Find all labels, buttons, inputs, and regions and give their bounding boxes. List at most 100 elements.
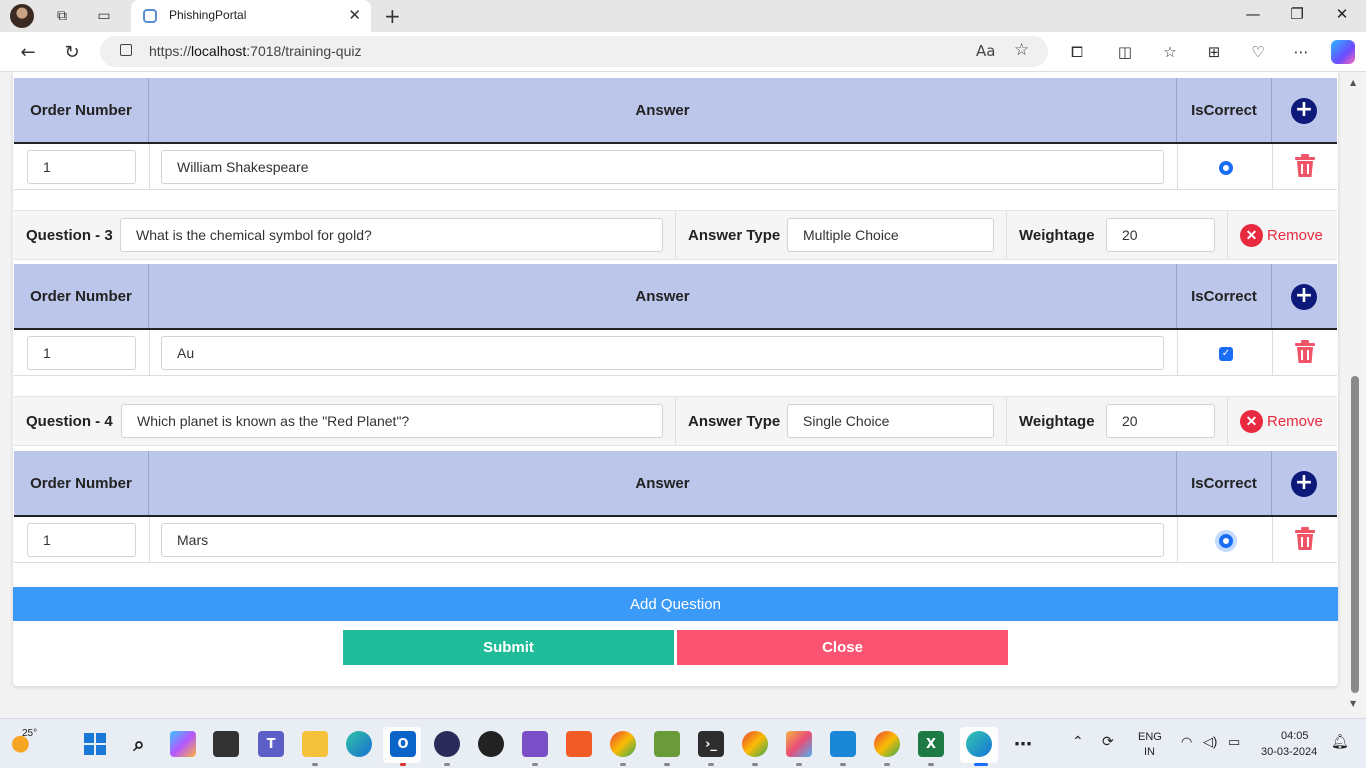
obs-icon[interactable]: [478, 731, 504, 757]
back-icon[interactable]: ←: [16, 40, 40, 64]
language-top[interactable]: ENG: [1138, 731, 1162, 743]
answer-type-label: Answer Type: [688, 412, 781, 430]
add-question-button[interactable]: Add Question: [13, 587, 1338, 621]
clock-date[interactable]: 30-03-2024: [1261, 746, 1317, 758]
chevron-up-icon[interactable]: ⌃: [1072, 733, 1084, 750]
workspaces-icon[interactable]: ⧉: [52, 6, 72, 26]
scroll-down-icon[interactable]: ▼: [1350, 699, 1356, 708]
outlook-icon[interactable]: O: [390, 731, 416, 757]
teams-icon[interactable]: T: [258, 731, 284, 757]
read-aloud-icon[interactable]: Aa: [976, 42, 995, 60]
sync-icon[interactable]: ⟳: [1102, 733, 1114, 750]
add-answer-icon[interactable]: +: [1291, 284, 1317, 310]
order-number-input[interactable]: [27, 150, 136, 184]
submit-button[interactable]: Submit: [343, 630, 674, 665]
more-menu-icon[interactable]: ⋯: [1290, 41, 1312, 63]
is-correct-radio[interactable]: [1219, 534, 1233, 548]
new-tab-icon[interactable]: +: [384, 4, 401, 28]
paint-icon[interactable]: [786, 731, 812, 757]
question-text-input[interactable]: [121, 404, 663, 438]
answer-row: [14, 144, 1337, 190]
language-bottom[interactable]: IN: [1144, 746, 1155, 758]
answer-input[interactable]: [161, 523, 1164, 557]
chrome-icon[interactable]: [742, 731, 768, 757]
copilot-taskbar-icon[interactable]: [170, 731, 196, 757]
notepad-plus-icon[interactable]: [654, 731, 680, 757]
chrome-second-icon[interactable]: [874, 731, 900, 757]
split-screen-icon[interactable]: ◫: [1114, 41, 1136, 63]
task-view-icon[interactable]: [213, 731, 239, 757]
collections-icon[interactable]: ⊞: [1203, 41, 1225, 63]
refresh-icon[interactable]: ↻: [60, 40, 84, 64]
extensions-icon[interactable]: ⧠: [1066, 41, 1088, 63]
header-answer: Answer: [149, 451, 1177, 515]
close-window-icon[interactable]: ✕: [1327, 5, 1357, 23]
weightage-label: Weightage: [1019, 226, 1095, 244]
excel-icon[interactable]: X: [918, 731, 944, 757]
weightage-input[interactable]: [1106, 404, 1215, 438]
close-button[interactable]: Close: [677, 630, 1008, 665]
wifi-icon[interactable]: ◠: [1181, 734, 1192, 750]
order-number-input[interactable]: [27, 523, 136, 557]
order-number-input[interactable]: [27, 336, 136, 370]
remove-question-button[interactable]: ✕ Remove: [1240, 224, 1323, 247]
scroll-up-icon[interactable]: ▲: [1350, 78, 1356, 87]
add-answer-icon[interactable]: +: [1291, 98, 1317, 124]
remove-question-button[interactable]: ✕ Remove: [1240, 410, 1323, 433]
battery-icon[interactable]: ▭: [1228, 734, 1240, 750]
visual-studio-icon[interactable]: [522, 731, 548, 757]
copilot-icon[interactable]: [1331, 40, 1355, 64]
eclipse-icon[interactable]: [434, 731, 460, 757]
tab-actions-icon[interactable]: ▭: [94, 6, 114, 26]
volume-icon[interactable]: ◁): [1203, 734, 1217, 750]
browser-tab-bar: ⧉ ▭ PhishingPortal ✕ + — ❐ ✕: [0, 0, 1366, 32]
restore-icon[interactable]: ❐: [1282, 5, 1312, 23]
question-label: Question - 3: [26, 226, 113, 244]
delete-answer-icon[interactable]: [1294, 340, 1316, 364]
close-tab-icon[interactable]: ✕: [348, 6, 361, 24]
search-icon[interactable]: ⌕: [126, 731, 152, 757]
answer-table-header: Order Number Answer IsCorrect +: [14, 451, 1337, 517]
edge-icon[interactable]: [966, 731, 992, 757]
lock-icon[interactable]: [120, 44, 132, 56]
is-correct-checkbox[interactable]: ✓: [1219, 347, 1233, 361]
clock-time[interactable]: 04:05: [1281, 730, 1309, 742]
tab-phishingportal[interactable]: PhishingPortal ✕: [131, 0, 371, 32]
edge-dev-icon[interactable]: [346, 731, 372, 757]
brave-icon[interactable]: [566, 731, 592, 757]
add-answer-icon[interactable]: +: [1291, 471, 1317, 497]
favorites-icon[interactable]: ☆: [1159, 41, 1181, 63]
tab-title: PhishingPortal: [169, 8, 247, 22]
minimize-icon[interactable]: —: [1238, 5, 1268, 23]
answer-type-label: Answer Type: [688, 226, 781, 244]
windows-taskbar: 25° ⌕ T O ›_ X ⋯ ⌃ ⟳ ENG IN ◠ ◁) ▭ 04:05…: [0, 718, 1366, 768]
header-order-number: Order Number: [14, 78, 149, 142]
answer-input[interactable]: [161, 336, 1164, 370]
delete-answer-icon[interactable]: [1294, 154, 1316, 178]
favorite-star-icon[interactable]: ☆: [1014, 40, 1029, 60]
answer-type-select[interactable]: [787, 218, 994, 252]
is-correct-radio[interactable]: [1219, 161, 1233, 175]
answer-table-header: Order Number Answer IsCorrect +: [14, 264, 1337, 330]
more-apps-icon[interactable]: ⋯: [1010, 731, 1036, 757]
header-is-correct: IsCorrect: [1177, 78, 1272, 142]
scrollbar-thumb[interactable]: [1351, 376, 1359, 693]
header-answer: Answer: [149, 78, 1177, 142]
answer-type-select[interactable]: [787, 404, 994, 438]
chrome-profile-icon[interactable]: [610, 731, 636, 757]
start-icon[interactable]: [82, 731, 108, 757]
terminal-icon[interactable]: ›_: [698, 731, 724, 757]
notification-bell-icon[interactable]: 🔔︎: [1331, 733, 1349, 750]
profile-avatar[interactable]: [10, 4, 34, 28]
browser-essentials-icon[interactable]: ♡: [1247, 41, 1269, 63]
file-explorer-icon[interactable]: [302, 731, 328, 757]
delete-answer-icon[interactable]: [1294, 527, 1316, 551]
address-bar[interactable]: https://localhost:7018/training-quiz Aa …: [100, 36, 1048, 67]
question-text-input[interactable]: [120, 218, 663, 252]
weightage-input[interactable]: [1106, 218, 1215, 252]
vscode-icon[interactable]: [830, 731, 856, 757]
question-row: Question - 4 Answer Type Weightage ✕ Rem…: [14, 396, 1337, 446]
remove-icon: ✕: [1240, 224, 1263, 247]
remove-icon: ✕: [1240, 410, 1263, 433]
answer-input[interactable]: [161, 150, 1164, 184]
